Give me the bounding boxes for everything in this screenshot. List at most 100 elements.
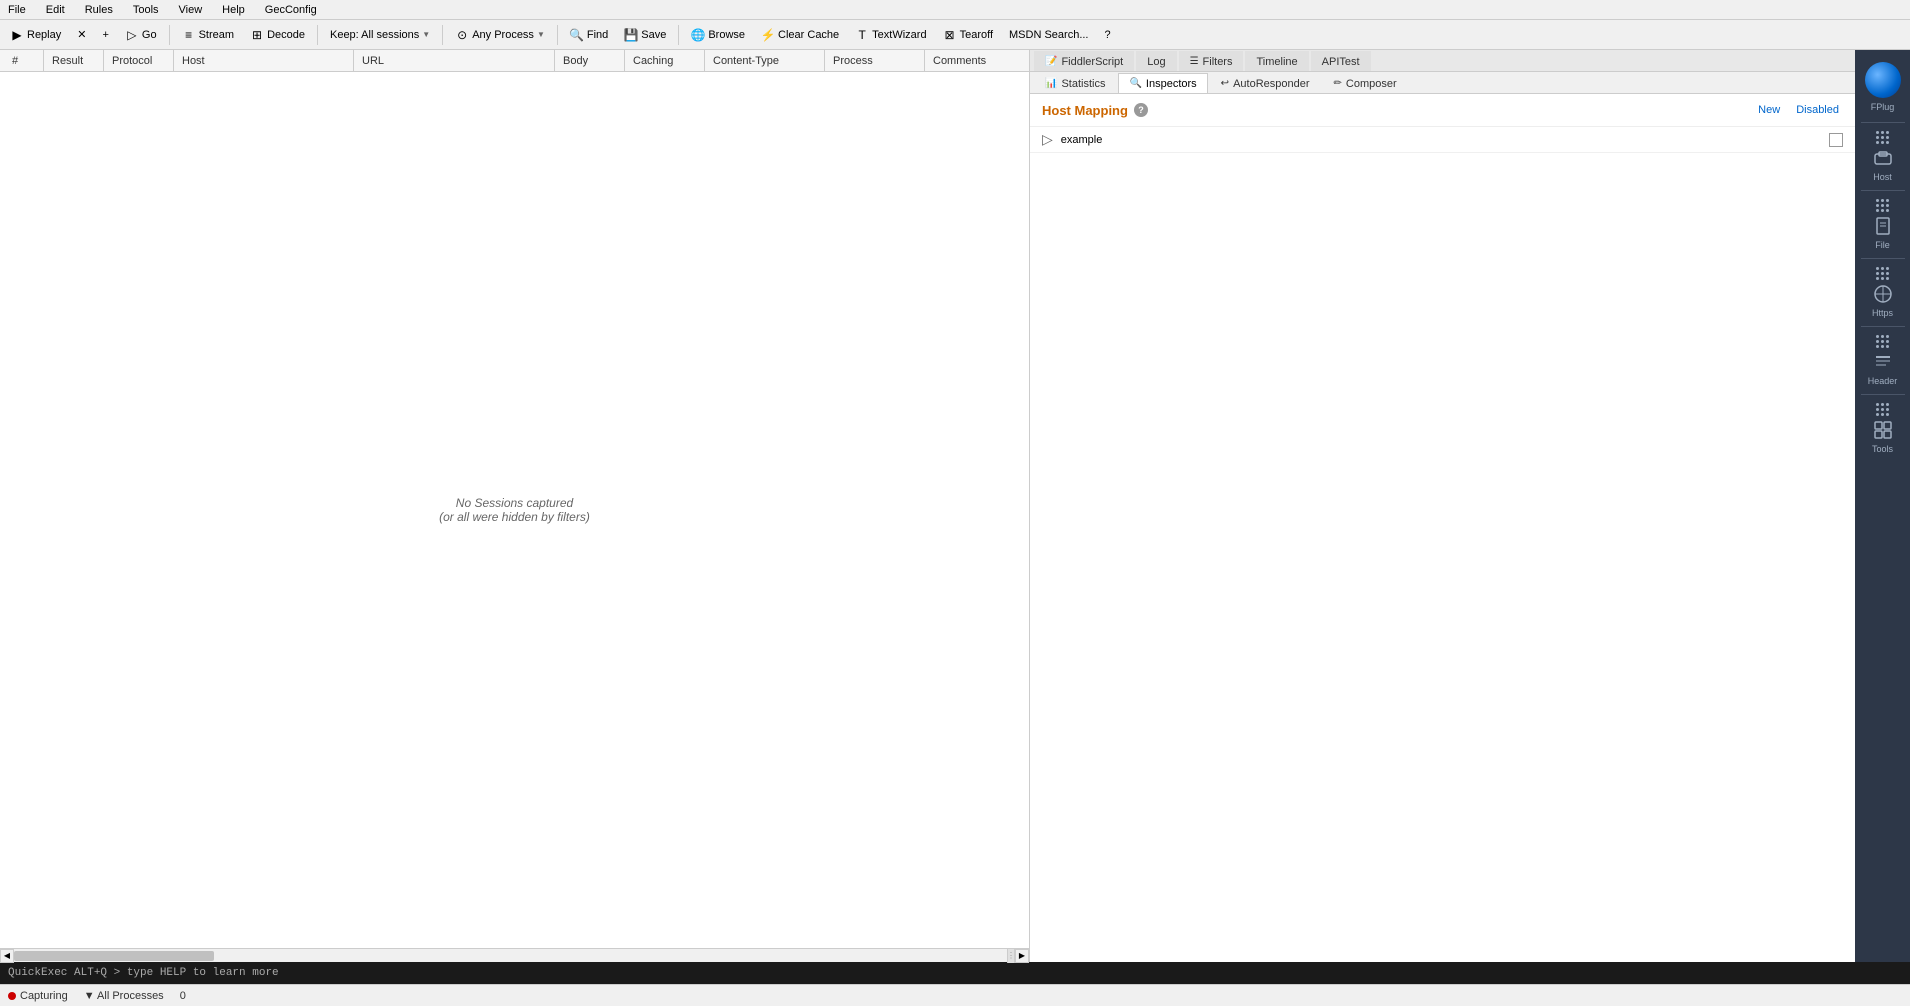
- scroll-left-button[interactable]: ◀: [0, 949, 14, 963]
- clear-cache-button[interactable]: ⚡ Clear Cache: [755, 23, 845, 47]
- text-wizard-button[interactable]: T TextWizard: [849, 23, 932, 47]
- session-count: 0: [180, 990, 186, 1002]
- header-dots: [1876, 335, 1889, 348]
- add-button[interactable]: +: [96, 23, 114, 47]
- replay-icon: ▶: [10, 28, 24, 42]
- host-mapping-actions: New Disabled: [1754, 102, 1843, 118]
- menu-file[interactable]: File: [4, 2, 30, 18]
- menu-help[interactable]: Help: [218, 2, 249, 18]
- tab-apitest[interactable]: APITest: [1311, 51, 1371, 71]
- composer-icon: ✏: [1334, 78, 1342, 89]
- autoresponder-icon: ↩: [1221, 78, 1229, 89]
- sidebar-item-tools[interactable]: Tools: [1855, 397, 1910, 460]
- sidebar-item-https[interactable]: Https: [1855, 261, 1910, 324]
- file-label: File: [1875, 240, 1890, 250]
- replay-button[interactable]: ▶ Replay: [4, 23, 67, 47]
- tab-statistics[interactable]: 📊 Statistics: [1034, 73, 1116, 93]
- col-header-body[interactable]: Body: [555, 50, 625, 71]
- col-header-comments[interactable]: Comments: [925, 50, 1025, 71]
- header-label: Header: [1868, 376, 1898, 386]
- go-button[interactable]: ▷ Go: [119, 23, 163, 47]
- file-icon: [1871, 214, 1895, 238]
- tools-dots: [1876, 403, 1889, 416]
- keep-button[interactable]: Keep: All sessions ▼: [324, 23, 436, 47]
- sidebar-item-header[interactable]: Header: [1855, 329, 1910, 392]
- host-mapping-header: Host Mapping ? New Disabled: [1030, 94, 1855, 127]
- sidebar-item-host[interactable]: Host: [1855, 125, 1910, 188]
- browse-button[interactable]: 🌐 Browse: [685, 23, 751, 47]
- column-headers: # Result Protocol Host URL Body Caching …: [0, 50, 1029, 72]
- sidebar-divider-5: [1861, 394, 1905, 395]
- sidebar-divider-4: [1861, 326, 1905, 327]
- tab-log[interactable]: Log: [1136, 51, 1176, 71]
- tearoff-button[interactable]: ⊠ Tearoff: [937, 23, 999, 47]
- scroll-right-button[interactable]: ▶: [1015, 949, 1029, 963]
- help-button[interactable]: ?: [1098, 23, 1116, 47]
- fiddlerscript-icon: 📝: [1045, 56, 1057, 67]
- host-mapping-panel: Host Mapping ? New Disabled ▷ example: [1030, 94, 1855, 962]
- panel-divider[interactable]: ⋮: [1007, 949, 1015, 963]
- col-header-num[interactable]: #: [4, 50, 44, 71]
- close-button[interactable]: ✕: [71, 23, 92, 47]
- host-icon: [1871, 146, 1895, 170]
- clear-cache-icon: ⚡: [761, 28, 775, 42]
- disabled-button[interactable]: Disabled: [1792, 102, 1843, 118]
- fplug-sphere[interactable]: [1865, 62, 1901, 98]
- capture-dot: [8, 992, 16, 1000]
- scroll-track[interactable]: [14, 951, 1007, 961]
- right-sidebar: FPlug Host File: [1855, 50, 1910, 962]
- find-button[interactable]: 🔍 Find: [564, 23, 614, 47]
- menu-view[interactable]: View: [175, 2, 207, 18]
- menu-bar: File Edit Rules Tools View Help GecConfi…: [0, 0, 1910, 20]
- host-mapping-title: Host Mapping ?: [1042, 103, 1148, 118]
- tab-autoresponder[interactable]: ↩ AutoResponder: [1210, 73, 1321, 93]
- tab-fiddlerscript[interactable]: 📝 FiddlerScript: [1034, 51, 1134, 71]
- tearoff-icon: ⊠: [943, 28, 957, 42]
- entry-checkbox[interactable]: [1829, 133, 1843, 147]
- tab-inspectors[interactable]: 🔍 Inspectors: [1118, 73, 1207, 93]
- capture-label: Capturing: [20, 990, 68, 1002]
- menu-gecconfig[interactable]: GecConfig: [261, 2, 321, 18]
- fplug-label: FPlug: [1865, 102, 1901, 112]
- save-icon: 💾: [624, 28, 638, 42]
- new-mapping-button[interactable]: New: [1754, 102, 1784, 118]
- sidebar-item-file[interactable]: File: [1855, 193, 1910, 256]
- tab-timeline[interactable]: Timeline: [1245, 51, 1308, 71]
- horizontal-scrollbar[interactable]: ◀ ⋮ ▶: [0, 948, 1029, 962]
- menu-edit[interactable]: Edit: [42, 2, 69, 18]
- col-header-content-type[interactable]: Content-Type: [705, 50, 825, 71]
- sidebar-divider-2: [1861, 190, 1905, 191]
- decode-button[interactable]: ⊞ Decode: [244, 23, 311, 47]
- host-label: Host: [1873, 172, 1892, 182]
- msdn-search-button[interactable]: MSDN Search...: [1003, 23, 1094, 47]
- menu-tools[interactable]: Tools: [129, 2, 163, 18]
- browse-icon: 🌐: [691, 28, 705, 42]
- host-mapping-info-icon[interactable]: ?: [1134, 103, 1148, 117]
- entry-text: example: [1061, 134, 1103, 146]
- process-label: All Processes: [97, 990, 164, 1002]
- quickexec-bar[interactable]: QuickExec ALT+Q > type HELP to learn mor…: [0, 962, 1910, 984]
- col-header-caching[interactable]: Caching: [625, 50, 705, 71]
- menu-rules[interactable]: Rules: [81, 2, 117, 18]
- separator-4: [557, 25, 558, 45]
- process-filter[interactable]: ▼ All Processes: [84, 990, 164, 1002]
- empty-line1: No Sessions captured: [456, 496, 573, 510]
- tab-filters[interactable]: ☰ Filters: [1179, 51, 1244, 71]
- fplug-area: FPlug: [1865, 54, 1901, 120]
- col-header-process[interactable]: Process: [825, 50, 925, 71]
- tab-composer[interactable]: ✏ Composer: [1323, 73, 1408, 93]
- col-header-protocol[interactable]: Protocol: [104, 50, 174, 71]
- any-process-button[interactable]: ⊙ Any Process ▼: [449, 23, 551, 47]
- inspectors-icon: 🔍: [1129, 78, 1141, 89]
- capture-status[interactable]: Capturing: [8, 990, 68, 1002]
- col-header-host[interactable]: Host: [174, 50, 354, 71]
- col-header-result[interactable]: Result: [44, 50, 104, 71]
- entry-expand-icon[interactable]: ▷: [1042, 131, 1053, 148]
- stream-button[interactable]: ≡ Stream: [176, 23, 240, 47]
- save-button[interactable]: 💾 Save: [618, 23, 672, 47]
- scroll-thumb[interactable]: [14, 951, 214, 961]
- col-header-url[interactable]: URL: [354, 50, 555, 71]
- status-bar: Capturing ▼ All Processes 0: [0, 984, 1910, 1006]
- sessions-empty: No Sessions captured (or all were hidden…: [0, 72, 1029, 948]
- empty-line2: (or all were hidden by filters): [439, 510, 590, 524]
